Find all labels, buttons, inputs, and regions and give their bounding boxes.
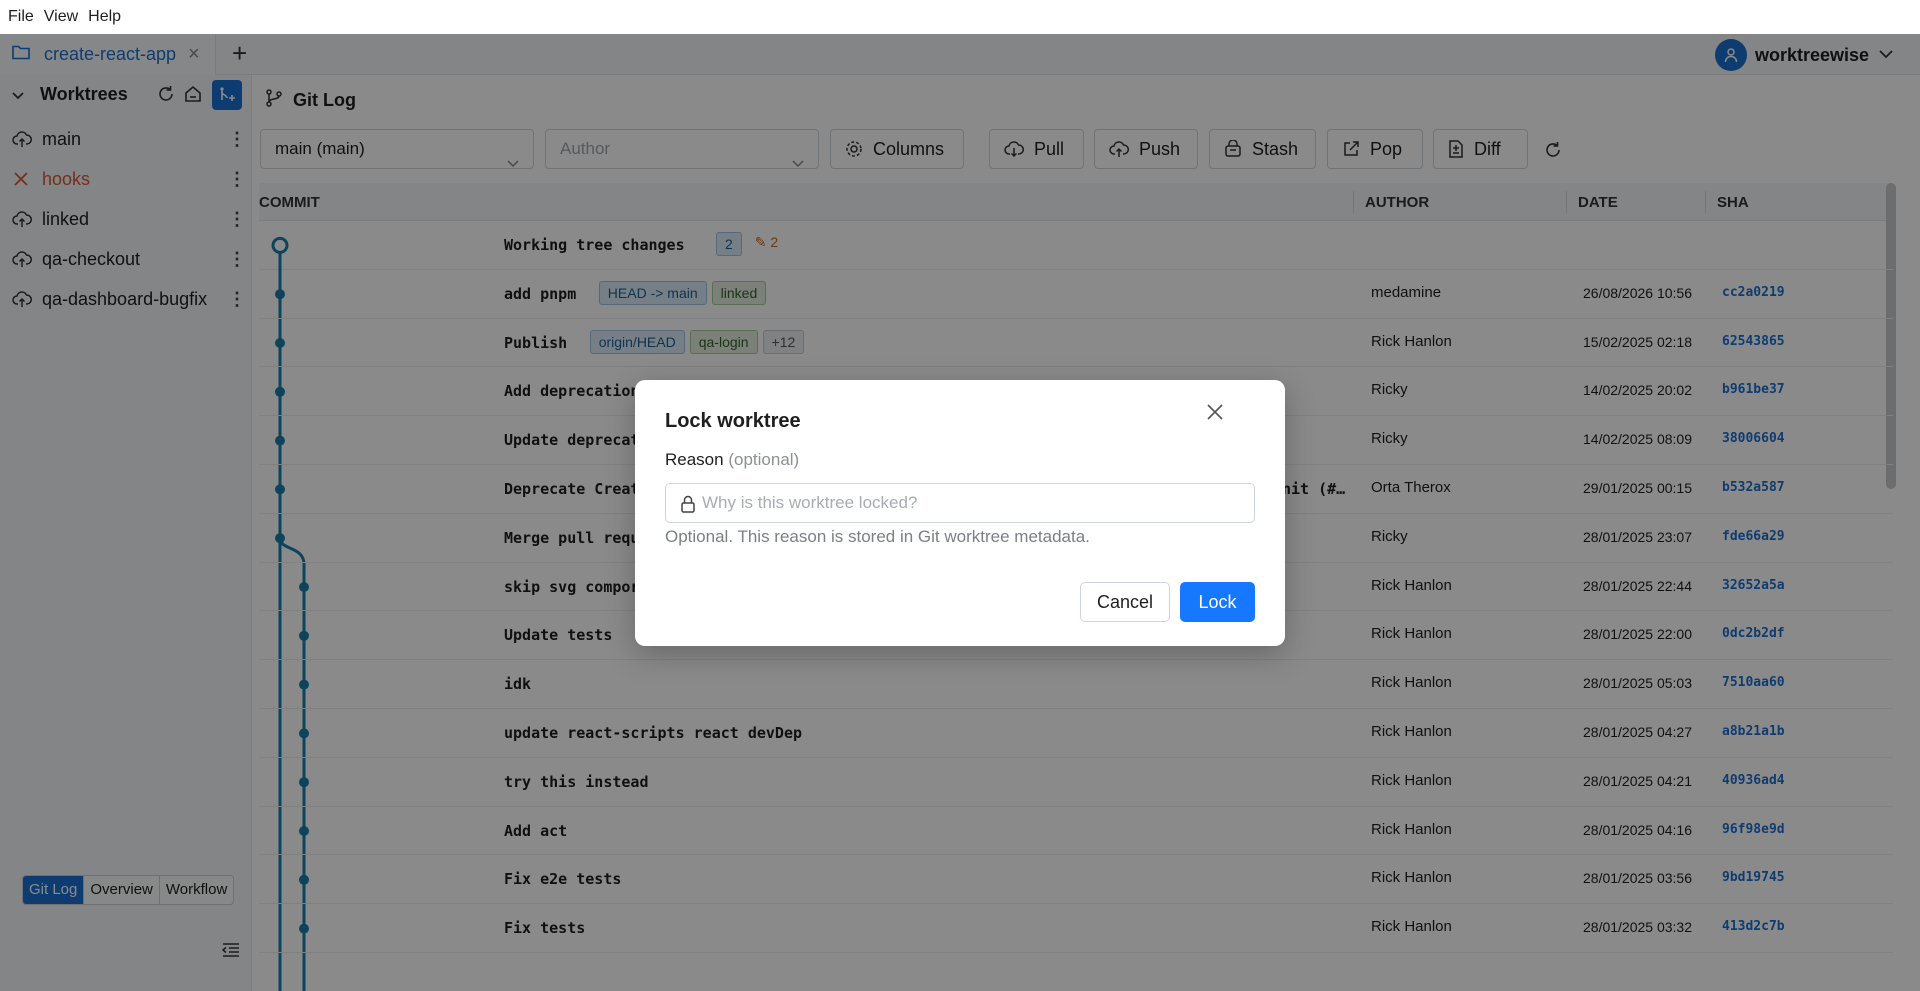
menu-bar: File View Help (0, 0, 1920, 34)
reason-label-optional: (optional) (728, 450, 800, 469)
close-icon[interactable] (1205, 402, 1225, 427)
lock-button[interactable]: Lock (1180, 582, 1255, 622)
lock-icon (681, 495, 695, 513)
reason-input[interactable] (702, 484, 1242, 522)
lock-worktree-dialog: Lock worktree Reason (optional) Optional… (635, 380, 1285, 646)
reason-label: Reason (optional) (665, 450, 799, 470)
cancel-button[interactable]: Cancel (1080, 582, 1170, 622)
menu-view[interactable]: View (44, 8, 88, 26)
reason-label-text: Reason (665, 450, 724, 469)
menu-help[interactable]: Help (88, 8, 131, 26)
dialog-title: Lock worktree (665, 410, 801, 432)
reason-field[interactable] (665, 483, 1255, 523)
reason-help-text: Optional. This reason is stored in Git w… (665, 527, 1090, 546)
menu-file[interactable]: File (8, 8, 44, 26)
